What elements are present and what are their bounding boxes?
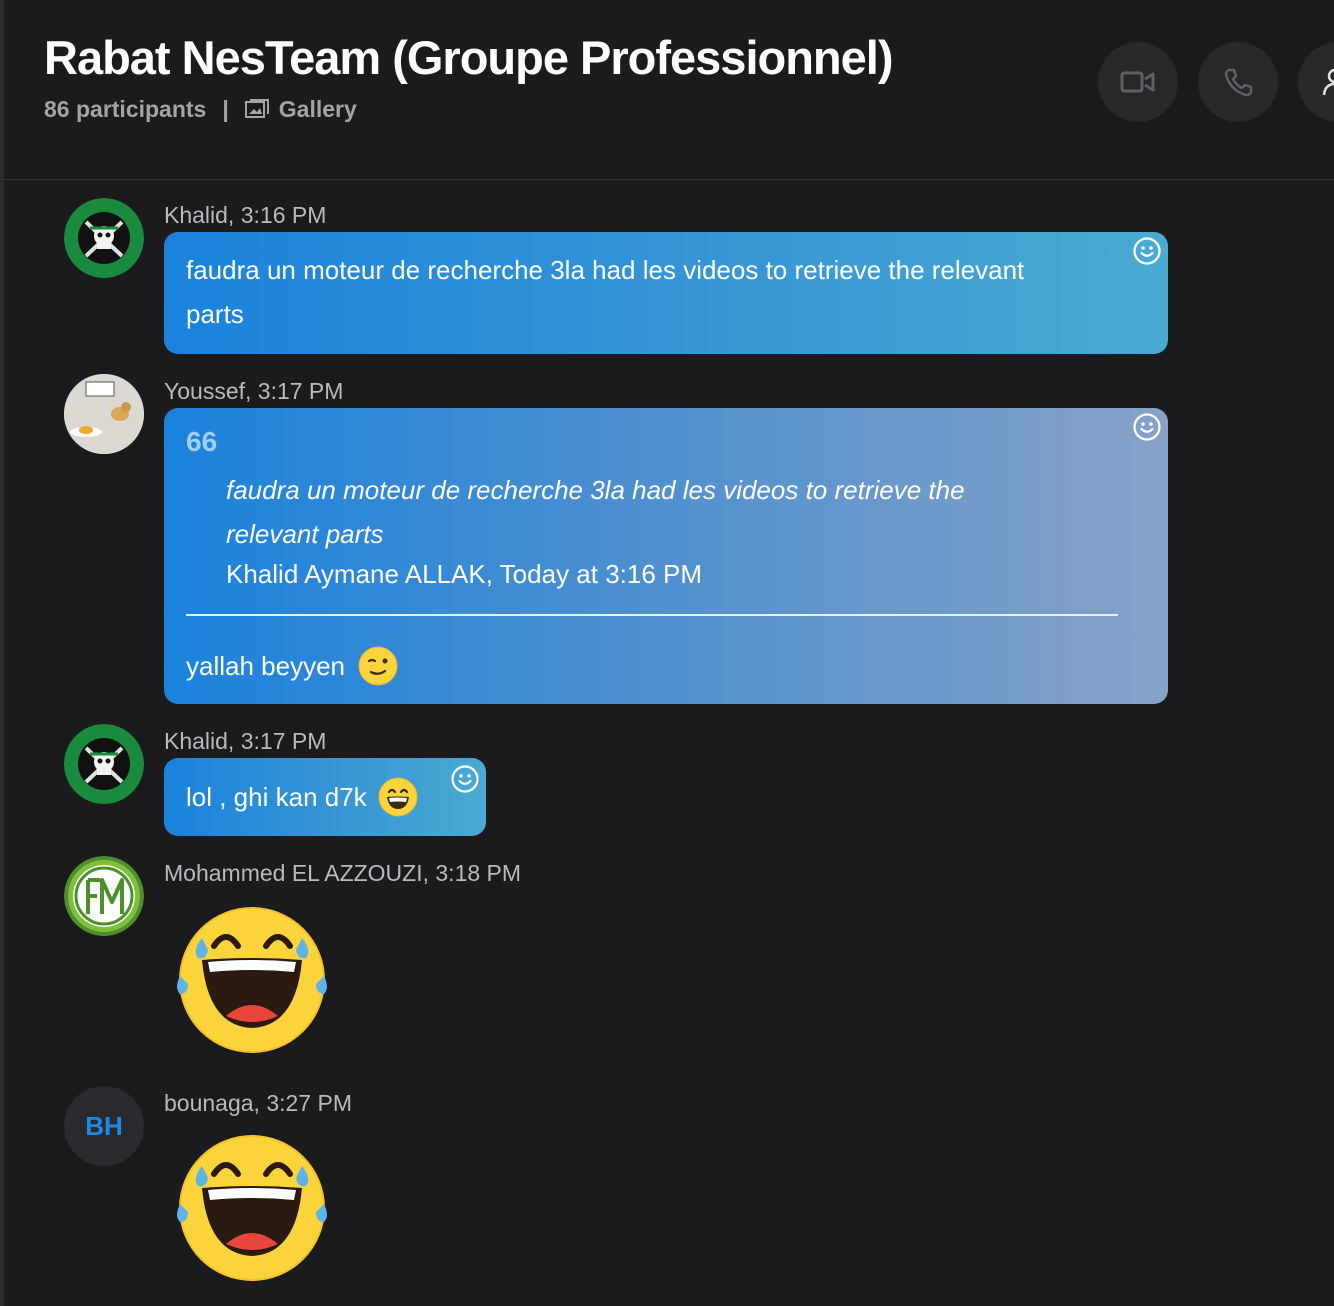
message-meta: bounaga, 3:27 PM xyxy=(164,1090,352,1116)
audio-call-button[interactable] xyxy=(1198,42,1278,122)
zoro-avatar-icon xyxy=(64,724,144,804)
message-bubble[interactable]: faudra un moteur de recherche 3la had le… xyxy=(164,232,1168,354)
add-reaction-icon[interactable] xyxy=(1132,412,1162,442)
message-bubble[interactable]: 66 faudra un moteur de recherche 3la had… xyxy=(164,408,1168,704)
avatar[interactable] xyxy=(64,856,144,936)
gallery-icon[interactable] xyxy=(244,99,269,119)
message-meta: Khalid, 3:16 PM xyxy=(164,202,327,228)
message-text-line1: faudra un moteur de recherche 3la had le… xyxy=(186,255,1025,285)
message-bubble[interactable]: lol , ghi kan d7k xyxy=(164,758,486,836)
quote-divider xyxy=(186,614,1118,616)
left-edge xyxy=(0,0,4,1306)
separator: | xyxy=(222,95,229,122)
video-call-icon xyxy=(1120,71,1155,93)
chick-avatar-icon xyxy=(64,374,144,454)
chat-subline: 86 participants | Gallery xyxy=(44,94,357,124)
add-participant-icon xyxy=(1322,68,1334,96)
gallery-link[interactable]: Gallery xyxy=(279,96,357,123)
message-meta: Mohammed EL AZZOUZI, 3:18 PM xyxy=(164,860,522,886)
quote-mark: 66 xyxy=(186,426,218,457)
chat-title: Rabat NesTeam (Groupe Professionnel) xyxy=(44,31,893,84)
message-meta: Khalid, 3:17 PM xyxy=(164,728,327,754)
video-call-button[interactable] xyxy=(1098,42,1178,122)
add-reaction-icon[interactable] xyxy=(1132,236,1162,266)
quoted-text: faudra un moteur de recherche 3la had le… xyxy=(226,468,1056,556)
quoted-author: Khalid Aymane ALLAK, Today at 3:16 PM xyxy=(226,559,703,589)
quoted-text-line2: relevant parts xyxy=(226,519,384,549)
wink-emoji-icon xyxy=(358,646,398,686)
avatar[interactable] xyxy=(64,724,144,804)
message-text-line2: parts xyxy=(186,299,244,329)
avatar[interactable] xyxy=(64,374,144,454)
avatar[interactable] xyxy=(64,198,144,278)
message-meta: Youssef, 3:17 PM xyxy=(164,378,344,404)
message-text-row: lol , ghi kan d7k xyxy=(186,775,419,819)
fm-avatar-icon xyxy=(64,856,144,936)
audio-call-icon xyxy=(1224,68,1253,97)
add-reaction-icon[interactable] xyxy=(450,764,480,794)
chat-window: Rabat NesTeam (Groupe Professionnel) 86 … xyxy=(0,0,1334,1306)
avatar[interactable]: BH xyxy=(64,1086,144,1166)
quoted-text-line1: faudra un moteur de recherche 3la had le… xyxy=(226,475,965,505)
participants-count[interactable]: 86 participants xyxy=(44,96,206,123)
laughing-tears-emoji-icon[interactable] xyxy=(172,898,332,1058)
grin-emoji-icon xyxy=(378,777,418,817)
reply-text: yallah beyyen xyxy=(186,651,345,681)
zoro-avatar-icon xyxy=(64,198,144,278)
message-text: lol , ghi kan d7k xyxy=(186,782,367,812)
laughing-tears-emoji-icon[interactable] xyxy=(172,1126,332,1286)
reply-text-row: yallah beyyen xyxy=(186,644,399,688)
chat-header: Rabat NesTeam (Groupe Professionnel) 86 … xyxy=(4,0,1334,180)
add-participant-button[interactable] xyxy=(1298,42,1334,122)
